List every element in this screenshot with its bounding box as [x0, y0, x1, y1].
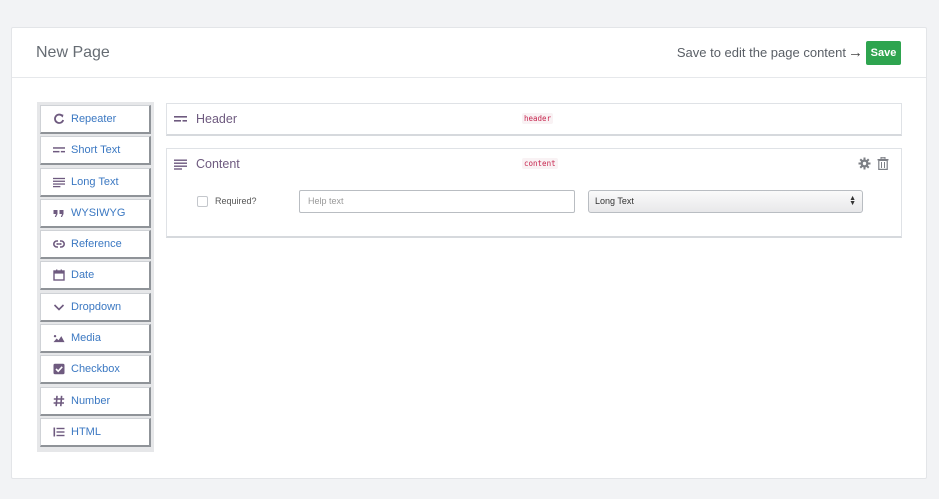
- tool-long-text[interactable]: Long Text: [40, 167, 151, 197]
- hash-icon: [53, 395, 65, 407]
- field-options: Required? Long Text ▲▼: [167, 179, 901, 223]
- chevron-down-icon: [53, 301, 65, 313]
- tool-html[interactable]: HTML: [40, 417, 151, 447]
- tool-label: Reference: [71, 238, 122, 251]
- short-text-icon: [53, 144, 65, 156]
- tool-label: Repeater: [71, 113, 117, 125]
- tool-date[interactable]: Date: [40, 261, 151, 291]
- page-title: New Page: [36, 43, 110, 61]
- quote-icon: [53, 207, 65, 219]
- tool-short-text[interactable]: Short Text: [40, 136, 151, 166]
- page-editor-panel: New Page Save to edit the page content →…: [11, 27, 927, 479]
- save-button[interactable]: Save: [866, 40, 901, 65]
- list-icon: [53, 426, 65, 438]
- repeat-icon: [53, 113, 65, 125]
- select-value: Long Text: [595, 196, 634, 206]
- short-text-icon: [174, 113, 187, 125]
- calendar-icon: [53, 269, 65, 282]
- field-type-select[interactable]: Long Text ▲ ▼: [588, 189, 863, 213]
- select-arrows-icon: ▲ ▼: [849, 195, 856, 207]
- required-checkbox[interactable]: [197, 195, 208, 207]
- check-square-icon: [53, 363, 65, 375]
- trash-icon[interactable]: [877, 157, 889, 170]
- tool-reference[interactable]: Reference: [40, 230, 151, 260]
- field-key: header: [522, 113, 554, 124]
- tool-repeater[interactable]: Repeater: [40, 105, 151, 134]
- header-actions: Save to edit the page content → Save: [676, 40, 901, 65]
- field-row: Content content: [167, 149, 901, 179]
- help-text-input[interactable]: [299, 189, 575, 213]
- image-icon: [53, 332, 65, 344]
- field-content[interactable]: Content content Required? Long Text ▲▼: [166, 148, 902, 238]
- gear-icon[interactable]: [858, 157, 871, 170]
- tool-label: Long Text: [71, 175, 119, 188]
- required-label: Required?: [215, 196, 257, 206]
- tool-dropdown[interactable]: Dropdown: [40, 292, 151, 322]
- tool-wysiwyg[interactable]: WYSIWYG: [40, 198, 151, 228]
- field-header[interactable]: Header header: [166, 103, 902, 136]
- tool-number[interactable]: Number: [40, 386, 151, 416]
- field-actions: [858, 157, 889, 170]
- arrow-right-icon: →: [848, 44, 863, 61]
- link-icon: [53, 238, 65, 250]
- tool-label: Number: [71, 394, 111, 407]
- long-text-icon: [174, 158, 187, 170]
- tool-label: HTML: [71, 425, 101, 438]
- tool-label: WYSIWYG: [71, 206, 126, 219]
- panel-header: New Page Save to edit the page content →…: [12, 28, 926, 78]
- tool-label: Date: [71, 269, 95, 282]
- field-name: Content: [196, 157, 240, 171]
- save-hint-text: Save to edit the page content: [676, 45, 846, 60]
- tool-media[interactable]: Media: [40, 324, 151, 354]
- tool-label: Checkbox: [71, 363, 120, 376]
- field-type-toolbox: Repeater Short Text Long Text WYSIWYG Re…: [37, 102, 154, 452]
- long-text-icon: [53, 176, 65, 188]
- tool-label: Media: [71, 332, 101, 345]
- field-row: Header header: [167, 104, 901, 134]
- tool-label: Short Text: [71, 144, 121, 157]
- field-name: Header: [196, 112, 237, 126]
- field-key: content: [522, 158, 558, 169]
- tool-label: Dropdown: [71, 300, 122, 313]
- tool-checkbox[interactable]: Checkbox: [40, 355, 151, 385]
